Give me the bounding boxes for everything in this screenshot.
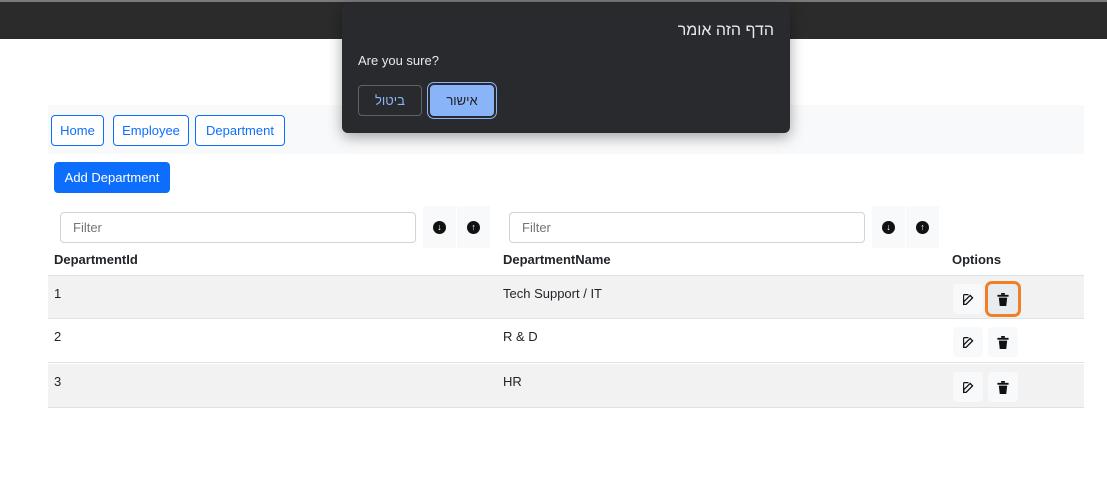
delete-button[interactable] xyxy=(988,284,1018,314)
column-header-department-name: DepartmentName xyxy=(503,252,611,267)
department-id-filter-input[interactable] xyxy=(60,212,416,243)
edit-icon xyxy=(962,293,973,305)
arrow-up-circle-icon: ↑ xyxy=(916,220,929,234)
sort-name-asc-button[interactable]: ↑ xyxy=(906,206,939,248)
trash-icon xyxy=(997,380,1009,394)
column-header-department-id: DepartmentId xyxy=(54,252,138,267)
department-name-filter-input[interactable] xyxy=(509,212,865,243)
nav-employee-button[interactable]: Employee xyxy=(113,115,189,146)
edit-icon xyxy=(962,336,973,348)
column-header-options: Options xyxy=(952,252,1002,267)
dialog-cancel-button[interactable]: ביטול xyxy=(358,85,422,116)
cell-department-id: 2 xyxy=(54,329,62,344)
trash-icon xyxy=(997,292,1009,306)
add-department-button[interactable]: Add Department xyxy=(54,162,170,193)
edit-button[interactable] xyxy=(953,284,983,314)
trash-icon xyxy=(997,335,1009,349)
sort-id-desc-button[interactable]: ↓ xyxy=(423,206,456,248)
cell-department-id: 3 xyxy=(54,374,62,389)
nav-department-button[interactable]: Department xyxy=(195,115,285,146)
edit-button[interactable] xyxy=(953,372,983,402)
sort-id-asc-button[interactable]: ↑ xyxy=(457,206,490,248)
nav-home-button[interactable]: Home xyxy=(51,115,104,146)
table-row: 3 HR xyxy=(48,364,1084,408)
delete-button[interactable] xyxy=(988,327,1018,357)
cell-department-name: HR xyxy=(503,374,522,389)
delete-button[interactable] xyxy=(988,372,1018,402)
sort-name-desc-button[interactable]: ↓ xyxy=(872,206,905,248)
cell-department-name: R & D xyxy=(503,329,538,344)
edit-icon xyxy=(962,381,973,393)
edit-button[interactable] xyxy=(953,327,983,357)
confirm-dialog: הדף הזה אומר Are you sure? ביטול אישור xyxy=(342,3,790,133)
arrow-down-circle-icon: ↓ xyxy=(882,220,895,234)
cell-department-name: Tech Support / IT xyxy=(503,286,602,301)
dialog-title: הדף הזה אומר xyxy=(677,22,774,39)
dialog-ok-button[interactable]: אישור xyxy=(430,85,494,116)
table-row: 1 Tech Support / IT xyxy=(48,275,1084,319)
arrow-down-circle-icon: ↓ xyxy=(433,220,446,234)
cell-department-id: 1 xyxy=(54,286,62,301)
dialog-message: Are you sure? xyxy=(358,53,439,68)
arrow-up-circle-icon: ↑ xyxy=(467,220,480,234)
table-row: 2 R & D xyxy=(48,319,1084,363)
